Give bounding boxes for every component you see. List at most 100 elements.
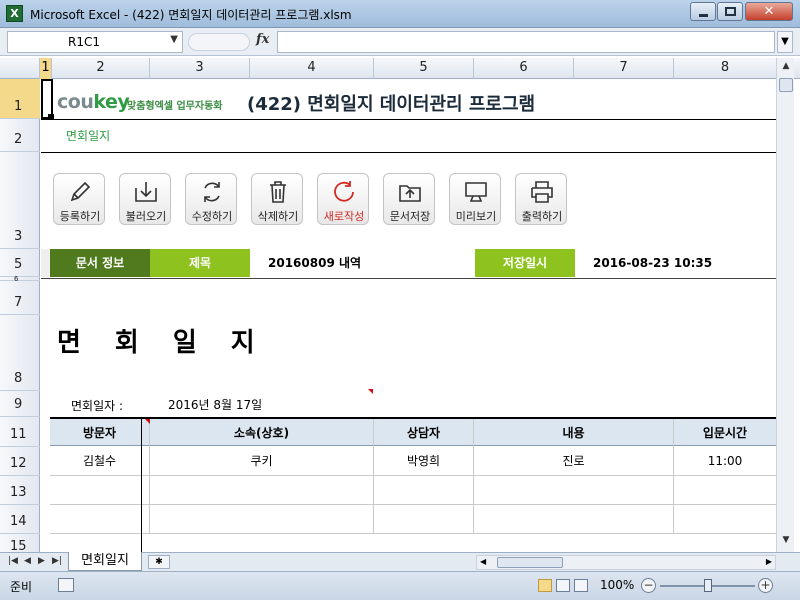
row-header[interactable]: 1 — [0, 79, 40, 119]
table-cell[interactable] — [374, 505, 474, 534]
zoom-level[interactable]: 100% — [600, 578, 634, 592]
scroll-thumb[interactable] — [497, 557, 563, 568]
zoom-in-icon[interactable]: + — [758, 578, 773, 593]
delete-label: 삭제하기 — [257, 210, 299, 223]
table-cell[interactable]: 쿠키 — [150, 447, 374, 476]
column-header[interactable]: 4 — [250, 58, 374, 79]
program-title: (422) 면회일지 데이터관리 프로그램 — [247, 94, 536, 115]
close-button[interactable]: ✕ — [745, 2, 793, 21]
print-button[interactable]: 출력하기 — [515, 173, 567, 225]
prev-sheet-icon[interactable]: ◀ — [24, 556, 31, 566]
table-cell[interactable] — [150, 505, 374, 534]
table-header: 소속(상호) — [150, 419, 374, 448]
page-layout-view-icon[interactable] — [556, 579, 570, 592]
insert-sheet-icon[interactable]: ✱ — [148, 555, 170, 569]
excel-icon[interactable]: X — [6, 5, 23, 22]
title-value[interactable]: 20160809 내역 — [250, 249, 475, 277]
zoom-out-icon[interactable]: − — [641, 578, 656, 593]
table-cell[interactable] — [150, 476, 374, 505]
row-header[interactable]: 11 — [0, 417, 40, 447]
save-document-button[interactable]: 문서저장 — [383, 173, 435, 225]
load-label: 불러오기 — [125, 210, 167, 223]
column-header[interactable]: 3 — [150, 58, 250, 79]
table-cell[interactable] — [50, 476, 150, 505]
row-header[interactable]: 3 — [0, 152, 40, 249]
row-header[interactable]: 14 — [0, 505, 40, 534]
logo-tagline: 맞춤형엑셀 업무자동화 — [127, 101, 223, 112]
row-header[interactable]: 9 — [0, 391, 40, 417]
table-cell[interactable] — [50, 505, 150, 534]
edit-button[interactable]: 수정하기 — [185, 173, 237, 225]
minimize-button[interactable] — [690, 2, 716, 21]
new-icon — [334, 181, 354, 202]
formula-input[interactable] — [277, 31, 775, 53]
table-cell[interactable] — [674, 476, 776, 505]
load-button[interactable]: 불러오기 — [119, 173, 171, 225]
formula-controls — [188, 33, 250, 51]
save-document-label: 문서저장 — [389, 210, 431, 223]
sheet-grid[interactable]: coukey 맞춤형엑셀 업무자동화 (422) 면회일지 데이터관리 프로그램… — [41, 79, 776, 552]
close-icon: ✕ — [763, 4, 775, 19]
formula-bar: R1C1 ▼ fx ▼ — [0, 28, 800, 56]
scroll-thumb[interactable] — [779, 78, 793, 92]
comment-indicator-icon[interactable] — [368, 389, 373, 394]
name-box[interactable]: R1C1 ▼ — [7, 31, 183, 53]
table-header: 내용 — [474, 419, 674, 448]
table-cell[interactable] — [374, 476, 474, 505]
normal-view-icon[interactable] — [538, 579, 552, 592]
horizontal-scrollbar[interactable]: ◀ ▶ — [476, 555, 776, 570]
column-header[interactable]: 7 — [574, 58, 674, 79]
table-cell[interactable] — [674, 505, 776, 534]
maximize-button[interactable] — [717, 2, 743, 21]
preview-button[interactable]: 미리보기 — [449, 173, 501, 225]
register-button[interactable]: 등록하기 — [53, 173, 105, 225]
new-document-button[interactable]: 새로작성 — [317, 173, 369, 225]
macro-record-icon[interactable] — [58, 578, 74, 592]
function-icon[interactable]: fx — [256, 32, 269, 47]
zoom-slider[interactable] — [660, 579, 755, 592]
zoom-slider-knob[interactable] — [704, 579, 712, 592]
table-cell[interactable] — [474, 505, 674, 534]
delete-button[interactable]: 삭제하기 — [251, 173, 303, 225]
column-header[interactable]: 6 — [474, 58, 574, 79]
column-header[interactable]: 2 — [52, 58, 150, 79]
edit-label: 수정하기 — [191, 210, 233, 223]
row-header[interactable]: 2 — [0, 119, 40, 152]
row-header[interactable]: 13 — [0, 476, 40, 505]
title-bar: X Microsoft Excel - (422) 면회일지 데이터관리 프로그… — [0, 0, 800, 28]
scroll-down-icon[interactable]: ▼ — [779, 535, 793, 549]
page-break-view-icon[interactable] — [574, 579, 588, 592]
sheet-tab-visit-log[interactable]: 면회일지 — [68, 552, 142, 571]
comment-indicator-icon[interactable] — [145, 419, 150, 424]
upload-folder-icon — [399, 185, 421, 202]
table-cell[interactable]: 진로 — [474, 447, 674, 476]
next-sheet-icon[interactable]: ▶ — [38, 556, 45, 566]
table-cell[interactable]: 박영희 — [374, 447, 474, 476]
expand-formula-icon[interactable]: ▼ — [777, 31, 793, 53]
selected-cell[interactable] — [41, 79, 53, 119]
row-header[interactable]: 8 — [0, 315, 40, 391]
scroll-right-icon[interactable]: ▶ — [766, 557, 772, 566]
divider — [141, 417, 142, 552]
scroll-left-icon[interactable]: ◀ — [480, 557, 486, 566]
table-row: 김철수 쿠키 박영희 진로 11:00 — [50, 447, 776, 476]
table-cell[interactable] — [474, 476, 674, 505]
chevron-down-icon[interactable]: ▼ — [170, 34, 178, 45]
table-cell[interactable]: 11:00 — [674, 447, 776, 476]
row-header[interactable]: 12 — [0, 447, 40, 476]
vertical-scrollbar[interactable]: ▲ ▼ — [776, 58, 794, 552]
row-header[interactable]: 15 — [0, 534, 40, 554]
column-header[interactable]: 5 — [374, 58, 474, 79]
select-all-corner[interactable] — [0, 58, 40, 79]
first-sheet-icon[interactable]: |◀ — [8, 556, 18, 566]
visit-date-value[interactable]: 2016년 8월 17일 — [168, 396, 262, 413]
saved-time-label: 저장일시 — [475, 249, 575, 277]
scroll-up-icon[interactable]: ▲ — [779, 61, 793, 75]
row-header[interactable]: 5 — [0, 249, 40, 277]
last-sheet-icon[interactable]: ▶| — [52, 556, 62, 566]
table-cell[interactable]: 김철수 — [50, 447, 150, 476]
column-header[interactable]: 1 — [40, 58, 52, 79]
column-header[interactable]: 8 — [674, 58, 776, 79]
trash-icon — [270, 181, 286, 203]
row-header[interactable]: 7 — [0, 281, 40, 315]
